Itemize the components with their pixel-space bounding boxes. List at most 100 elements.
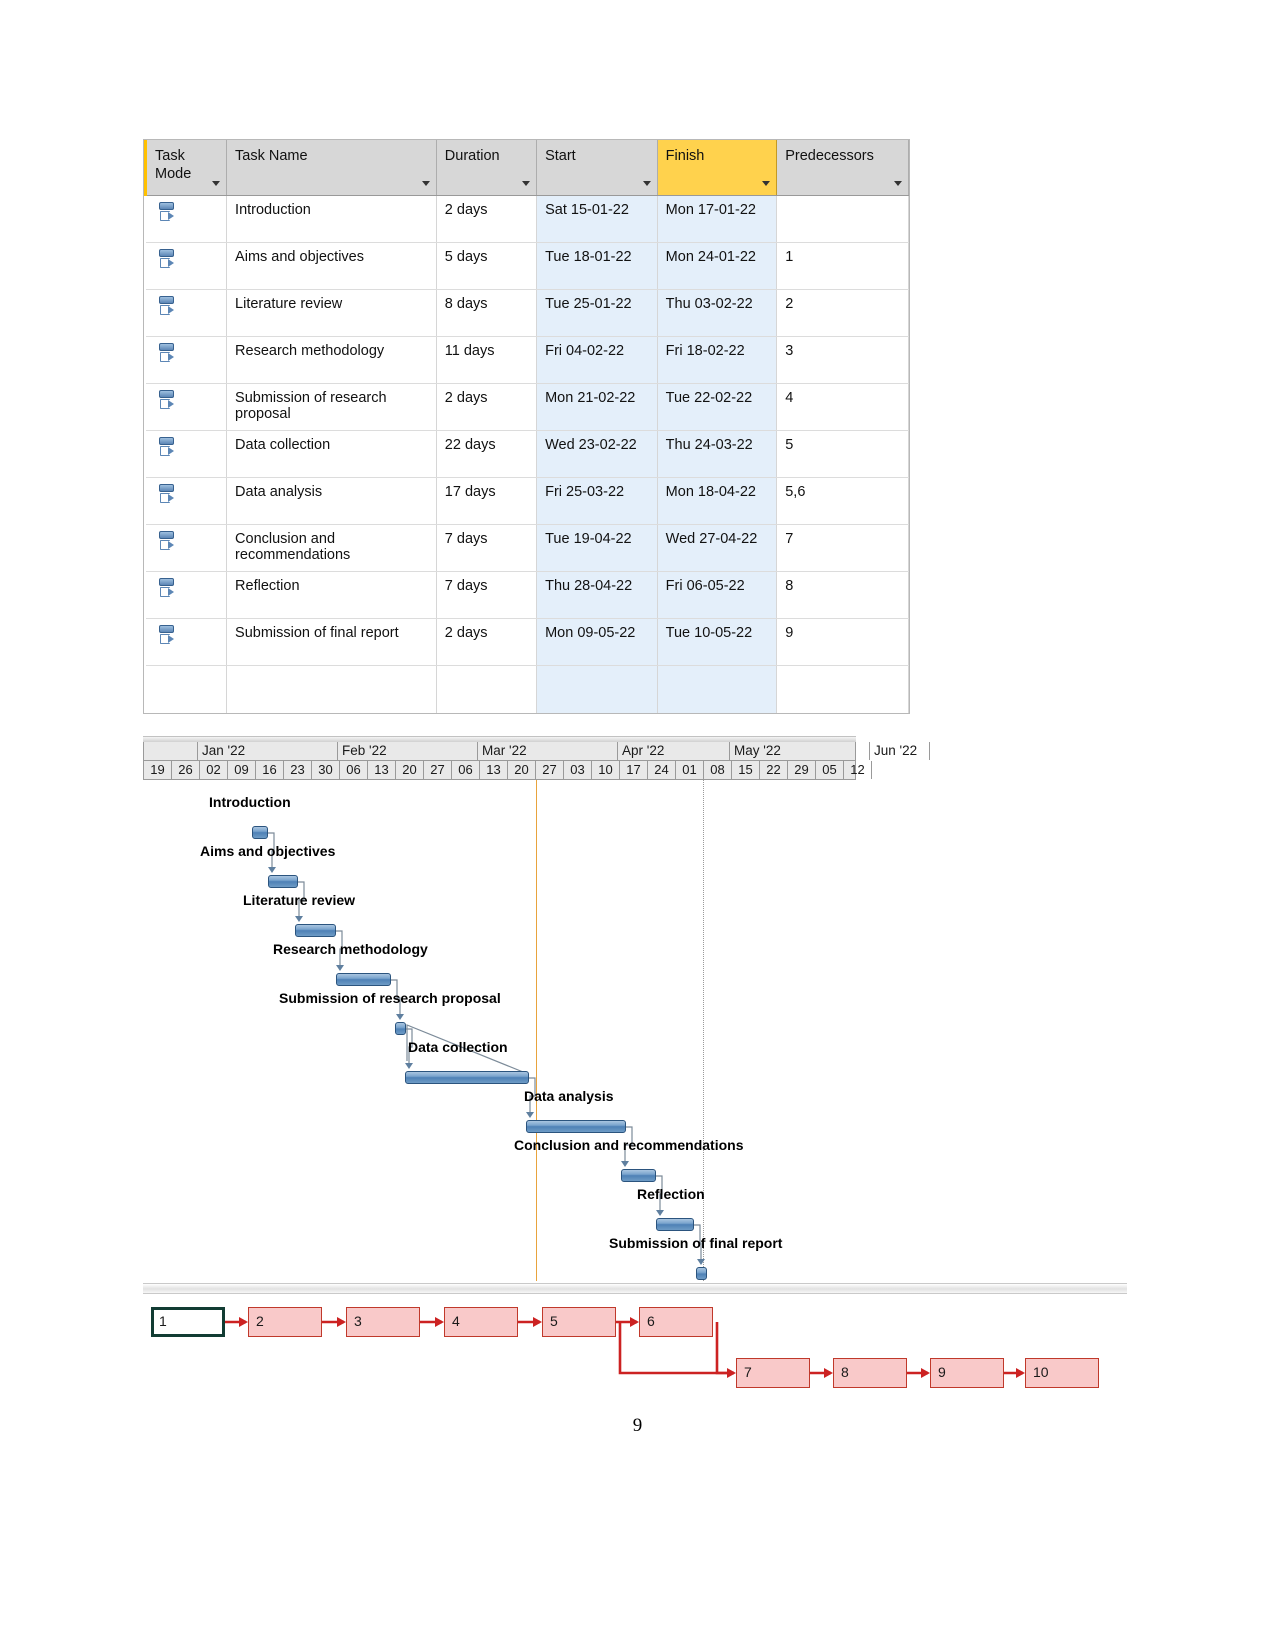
network-node[interactable]: 5	[542, 1307, 616, 1337]
network-node[interactable]: 2	[248, 1307, 322, 1337]
task-name-cell[interactable]: Submission of final report	[226, 618, 437, 666]
task-mode-cell[interactable]	[145, 242, 228, 290]
network-node[interactable]: 6	[639, 1307, 713, 1337]
predecessors-cell[interactable]: 4	[776, 383, 909, 431]
predecessors-cell[interactable]: 9	[776, 618, 909, 666]
duration-cell[interactable]: 8 days	[436, 289, 538, 337]
network-node[interactable]: 4	[444, 1307, 518, 1337]
task-name-cell[interactable]: Submission of research proposal	[226, 383, 437, 431]
start-date-cell[interactable]: Sat 15-01-22	[536, 195, 658, 243]
finish-date-cell[interactable]: Tue 22-02-22	[657, 383, 778, 431]
predecessors-cell[interactable]	[776, 195, 909, 243]
finish-date-cell[interactable]: Wed 27-04-22	[657, 524, 778, 572]
start-date-cell[interactable]: Tue 18-01-22	[536, 242, 658, 290]
start-date-cell[interactable]: Wed 23-02-22	[536, 430, 658, 478]
network-node[interactable]: 7	[736, 1358, 810, 1388]
column-header-start[interactable]: Start	[536, 140, 658, 196]
task-name-cell[interactable]: Research methodology	[226, 336, 437, 384]
column-header-finish[interactable]: Finish	[656, 140, 778, 196]
finish-date-cell[interactable]: Mon 18-04-22	[657, 477, 778, 525]
predecessors-cell[interactable]: 2	[776, 289, 909, 337]
column-header-duration[interactable]: Duration	[436, 140, 538, 196]
table-row[interactable]: Submission of research proposal 2 days Mon…	[145, 383, 909, 431]
duration-cell[interactable]: 7 days	[436, 524, 538, 572]
table-row[interactable]: Research methodology 11 days Fri 04-02-22 F…	[145, 336, 909, 384]
gantt-bar[interactable]	[656, 1218, 694, 1231]
duration-cell[interactable]: 2 days	[436, 618, 538, 666]
filter-arrow-icon-task-name[interactable]	[421, 181, 430, 186]
predecessors-cell[interactable]: 7	[776, 524, 909, 572]
filter-arrow-icon-finish[interactable]	[762, 181, 771, 186]
finish-date-cell[interactable]: Thu 03-02-22	[657, 289, 778, 337]
table-row[interactable]: Conclusion and recommendations 7 days Tue …	[145, 524, 909, 572]
task-mode-cell[interactable]	[145, 618, 228, 666]
start-date-cell[interactable]: Tue 25-01-22	[536, 289, 658, 337]
network-node[interactable]: 1	[151, 1307, 225, 1337]
table-row[interactable]: Reflection 7 days Thu 28-04-22 Fri 06-05-22…	[145, 571, 909, 619]
task-name-cell[interactable]: Conclusion and recommendations	[226, 524, 437, 572]
task-name-cell[interactable]: Introduction	[226, 195, 437, 243]
column-header-task-name[interactable]: Task Name	[226, 140, 437, 196]
gantt-bar[interactable]	[696, 1267, 707, 1280]
duration-cell[interactable]: 7 days	[436, 571, 538, 619]
gantt-bar[interactable]	[295, 924, 336, 937]
task-name-cell[interactable]: Reflection	[226, 571, 437, 619]
task-mode-cell[interactable]	[145, 383, 228, 431]
filter-arrow-icon-predecessors[interactable]	[894, 181, 902, 186]
gantt-bar[interactable]	[526, 1120, 626, 1133]
task-mode-cell[interactable]	[145, 477, 228, 525]
duration-cell[interactable]: 2 days	[436, 195, 538, 243]
table-row[interactable]: Literature review 8 days Tue 25-01-22 Thu 0…	[145, 289, 909, 337]
table-row[interactable]: Aims and objectives 5 days Tue 18-01-22 Mon…	[145, 242, 909, 290]
table-row[interactable]: Submission of final report 2 days Mon 09-0…	[145, 618, 909, 666]
task-mode-cell[interactable]	[145, 524, 228, 572]
finish-date-cell[interactable]: Tue 10-05-22	[657, 618, 778, 666]
filter-arrow-icon-start[interactable]	[642, 181, 651, 186]
finish-date-cell[interactable]: Fri 06-05-22	[657, 571, 778, 619]
duration-cell[interactable]: 5 days	[436, 242, 538, 290]
task-mode-cell[interactable]	[145, 336, 228, 384]
task-name-cell[interactable]: Data collection	[226, 430, 437, 478]
table-row[interactable]: Introduction 2 days Sat 15-01-22 Mon 17-01-…	[145, 195, 909, 243]
start-date-cell[interactable]: Mon 21-02-22	[536, 383, 658, 431]
table-row[interactable]: Data collection 22 days Wed 23-02-22 Thu 24…	[145, 430, 909, 478]
gantt-bar[interactable]	[268, 875, 298, 888]
task-mode-cell[interactable]	[145, 430, 228, 478]
predecessors-cell[interactable]: 8	[776, 571, 909, 619]
start-date-cell[interactable]: Fri 04-02-22	[536, 336, 658, 384]
predecessors-cell[interactable]: 5,6	[776, 477, 909, 525]
predecessors-cell[interactable]: 3	[776, 336, 909, 384]
duration-cell[interactable]: 17 days	[436, 477, 538, 525]
predecessors-cell[interactable]: 5	[776, 430, 909, 478]
duration-cell[interactable]: 11 days	[436, 336, 538, 384]
start-date-cell[interactable]: Thu 28-04-22	[536, 571, 658, 619]
duration-cell[interactable]: 2 days	[436, 383, 538, 431]
start-date-cell[interactable]: Fri 25-03-22	[536, 477, 658, 525]
predecessors-cell[interactable]: 1	[776, 242, 909, 290]
table-row[interactable]: Data analysis 17 days Fri 25-03-22 Mon 18-0…	[145, 477, 909, 525]
finish-date-cell[interactable]: Fri 18-02-22	[657, 336, 778, 384]
task-mode-cell[interactable]	[145, 289, 228, 337]
finish-date-cell[interactable]: Thu 24-03-22	[657, 430, 778, 478]
start-date-cell[interactable]: Mon 09-05-22	[536, 618, 658, 666]
column-header-predecessors[interactable]: Predecessors	[776, 140, 909, 196]
gantt-bar[interactable]	[252, 826, 268, 839]
task-name-cell[interactable]: Aims and objectives	[226, 242, 437, 290]
network-node[interactable]: 9	[930, 1358, 1004, 1388]
task-mode-cell[interactable]	[145, 571, 228, 619]
task-name-cell[interactable]: Literature review	[226, 289, 437, 337]
gantt-bar[interactable]	[336, 973, 391, 986]
gantt-bar[interactable]	[405, 1071, 529, 1084]
column-header-task-mode[interactable]: Task Mode	[143, 140, 228, 196]
gantt-bar[interactable]	[621, 1169, 656, 1182]
filter-arrow-icon-duration[interactable]	[522, 181, 531, 186]
duration-cell[interactable]: 22 days	[436, 430, 538, 478]
filter-arrow-icon-task-mode[interactable]	[212, 181, 221, 186]
finish-date-cell[interactable]: Mon 24-01-22	[657, 242, 778, 290]
gantt-bar[interactable]	[395, 1022, 406, 1035]
finish-date-cell[interactable]: Mon 17-01-22	[657, 195, 778, 243]
network-node[interactable]: 10	[1025, 1358, 1099, 1388]
start-date-cell[interactable]: Tue 19-04-22	[536, 524, 658, 572]
network-node[interactable]: 3	[346, 1307, 420, 1337]
task-name-cell[interactable]: Data analysis	[226, 477, 437, 525]
